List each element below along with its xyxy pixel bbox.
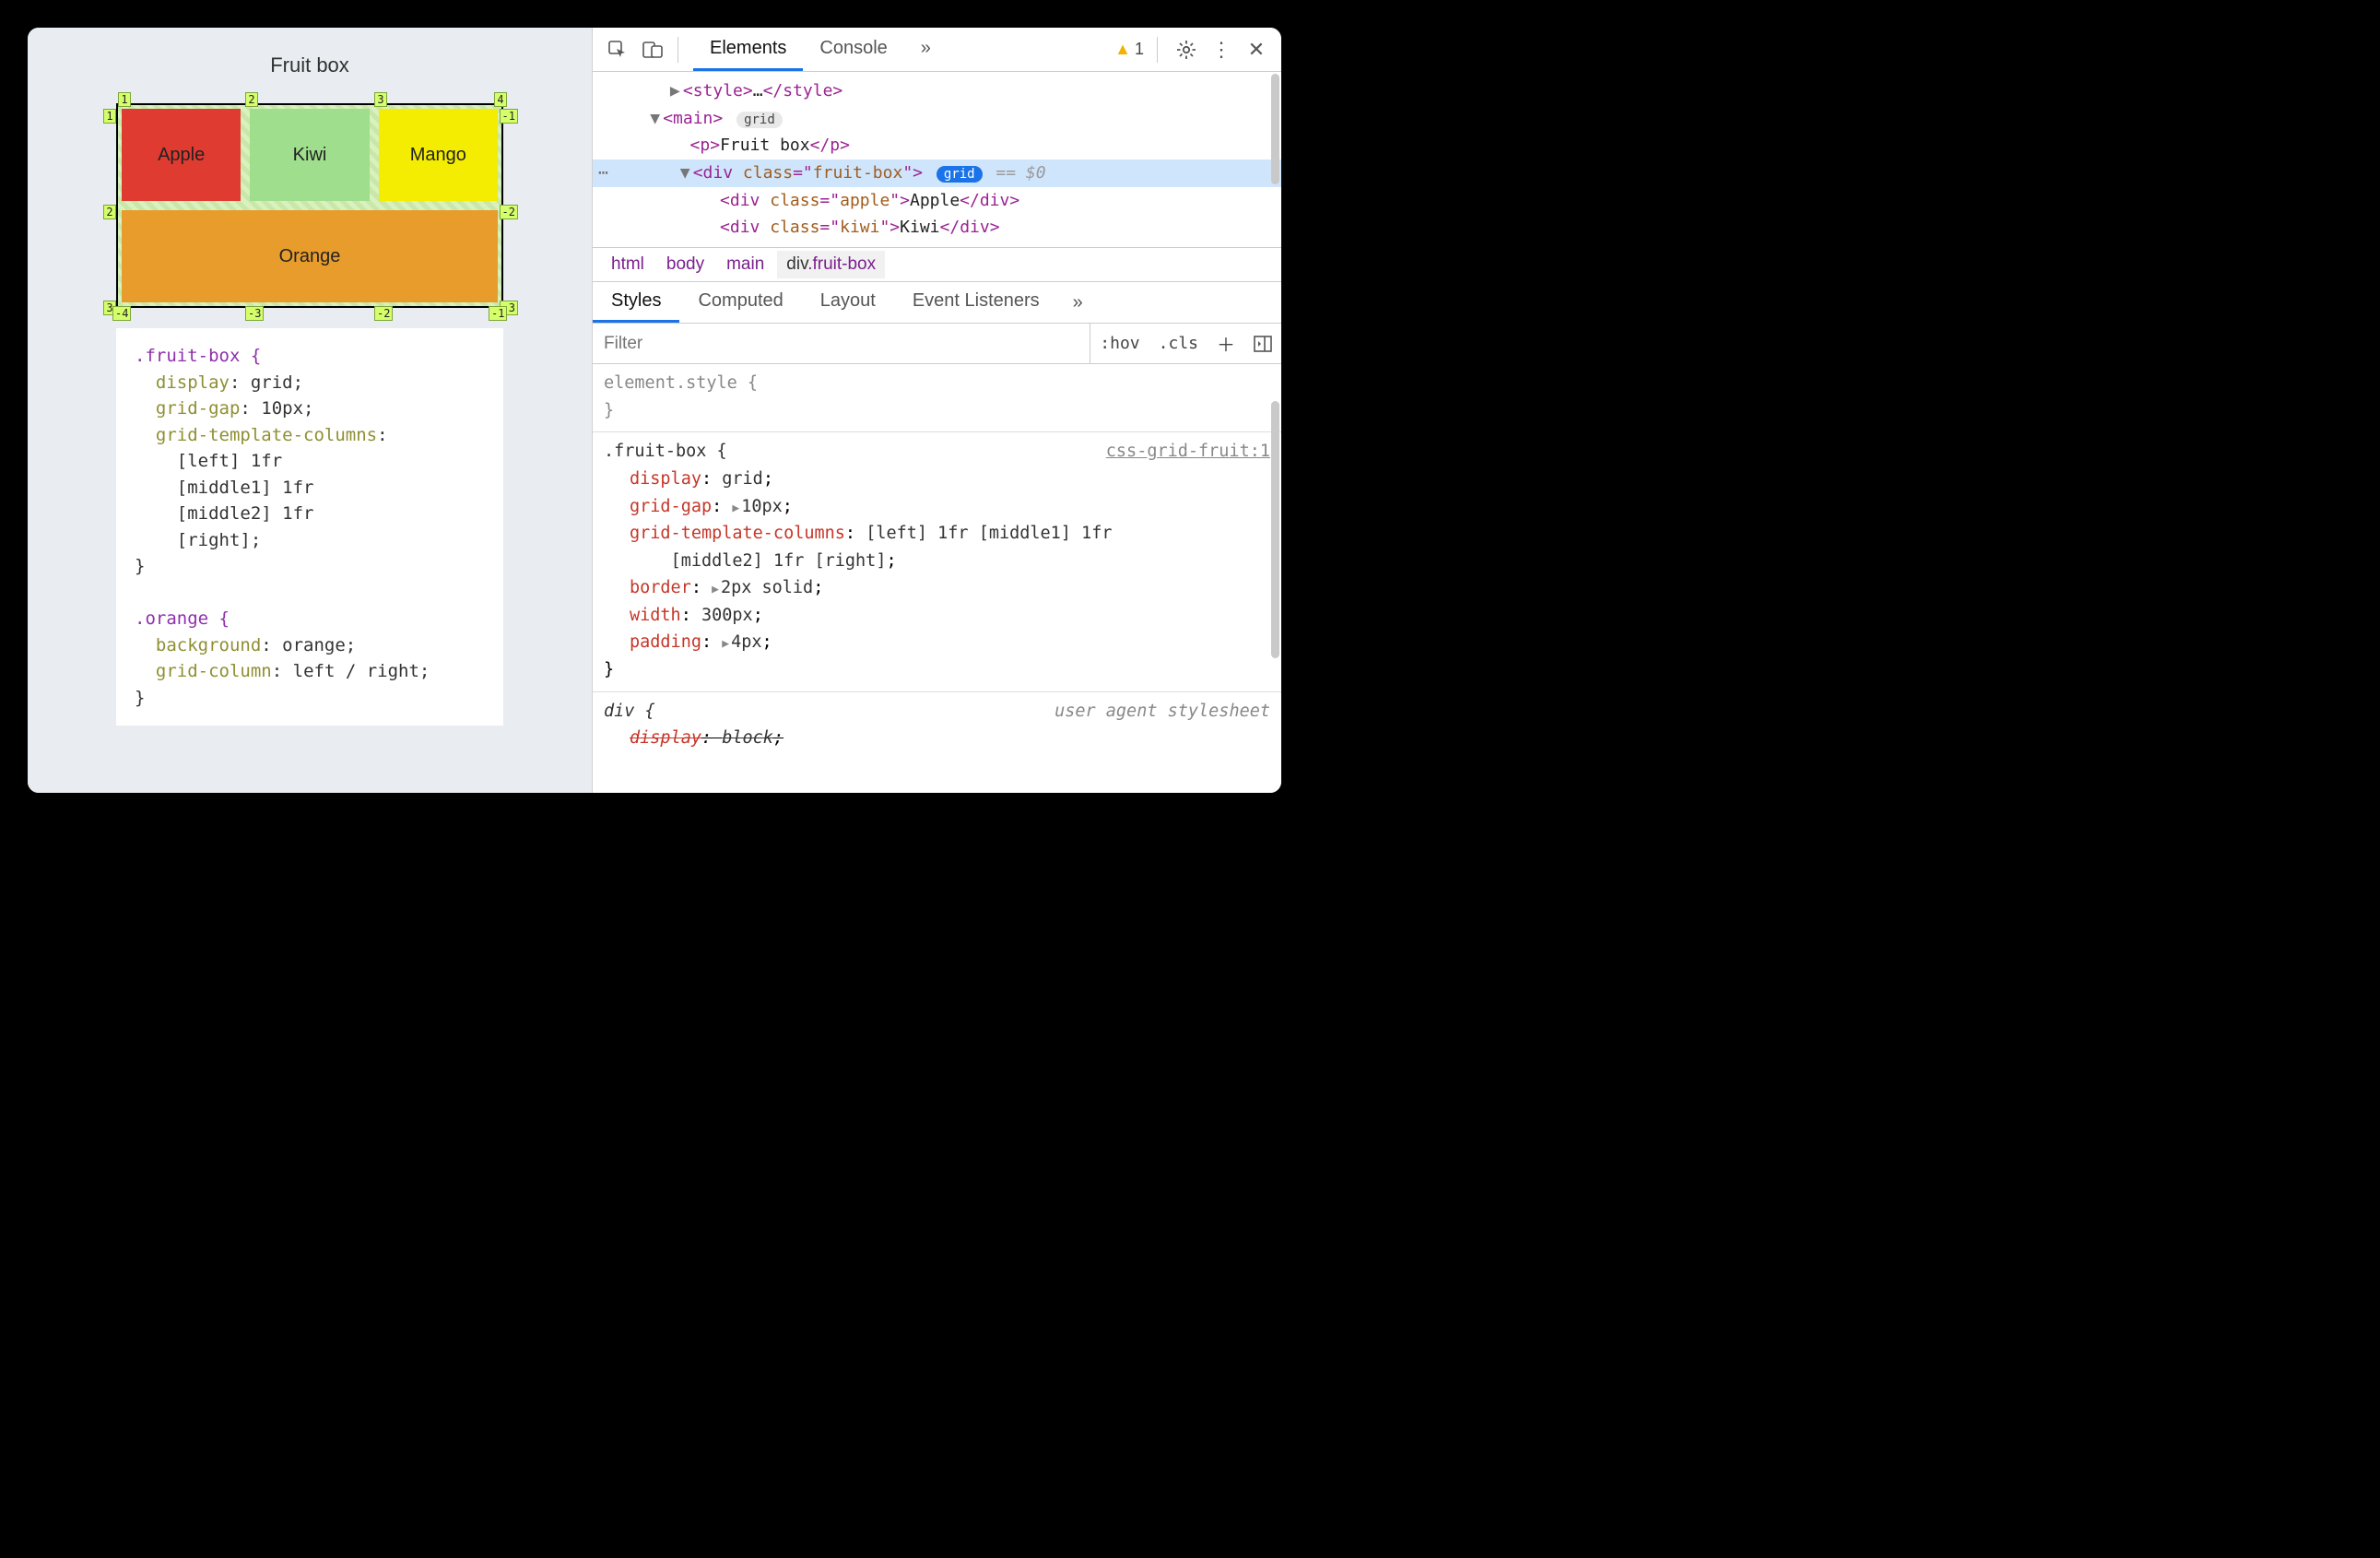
cell-mango[interactable]: Mango: [379, 109, 498, 201]
devtools-toolbar: Elements Console » ▲ 1 ⋮ ✕: [593, 28, 1281, 72]
tabs-more-icon[interactable]: »: [904, 28, 948, 71]
grid-num-bot-1: -4: [112, 306, 131, 321]
crumb-body[interactable]: body: [657, 251, 713, 278]
css-close-2: }: [135, 688, 145, 708]
tab-elements[interactable]: Elements: [693, 28, 803, 71]
rule-close: }: [604, 660, 614, 679]
tab-event-listeners[interactable]: Event Listeners: [894, 282, 1058, 323]
warning-badge[interactable]: ▲ 1: [1114, 40, 1144, 59]
rule-element-style[interactable]: element.style { }: [593, 364, 1281, 432]
grid-num-right-2: -2: [500, 205, 518, 219]
scrollbar[interactable]: [1271, 401, 1279, 658]
grid-num-bot-2: -3: [245, 306, 264, 321]
grid-badge[interactable]: grid: [736, 112, 783, 128]
inspect-icon[interactable]: [602, 34, 633, 65]
grid-overlay-wrap: Apple Kiwi Mango Orange 1 2 3 4 1 2 3 -1…: [107, 94, 513, 317]
tab-styles[interactable]: Styles: [593, 282, 679, 323]
tab-console[interactable]: Console: [803, 28, 903, 71]
dom-line[interactable]: <p>Fruit box</p>: [593, 132, 1281, 159]
crumb-main[interactable]: main: [717, 251, 773, 278]
styles-pane[interactable]: element.style { } .fruit-box { css-grid-…: [593, 364, 1281, 793]
cell-orange[interactable]: Orange: [122, 210, 498, 302]
new-style-rule-icon[interactable]: ＋: [1208, 324, 1244, 363]
tab-layout[interactable]: Layout: [802, 282, 894, 323]
kebab-icon[interactable]: ⋮: [1206, 34, 1237, 65]
rule-selector[interactable]: .fruit-box {: [604, 438, 727, 466]
crumb-html[interactable]: html: [602, 251, 654, 278]
cls-button[interactable]: .cls: [1149, 324, 1208, 363]
prop-width[interactable]: width: 300px;: [604, 602, 1270, 630]
warning-icon: ▲: [1114, 40, 1131, 59]
rule-source-link[interactable]: css-grid-fruit:1: [1106, 438, 1270, 466]
rule-close: }: [604, 401, 614, 420]
breadcrumb: html body main div.fruit-box: [593, 247, 1281, 281]
dom-line[interactable]: <div class="kiwi">Kiwi</div>: [593, 214, 1281, 242]
styles-tabs-more-icon[interactable]: »: [1058, 282, 1098, 323]
grid-num-bot-3: -2: [374, 306, 393, 321]
page-title: Fruit box: [270, 53, 349, 77]
grid-num-top-2: 2: [245, 92, 258, 107]
grid-num-bot-4: -1: [489, 306, 507, 321]
gear-icon[interactable]: [1171, 34, 1202, 65]
prop-grid-template-columns-cont[interactable]: [middle2] 1fr [right];: [604, 548, 1270, 575]
page-viewport: Fruit box Apple Kiwi Mango Orange 1 2 3 …: [28, 28, 592, 793]
warning-count: 1: [1135, 40, 1144, 59]
rule-user-agent[interactable]: div { user agent stylesheet display: blo…: [593, 692, 1281, 760]
ua-label: user agent stylesheet: [1055, 698, 1270, 726]
sample-css-code: .fruit-box { display: grid; grid-gap: 10…: [116, 328, 503, 726]
ua-prop-display: display: block;: [604, 725, 1270, 752]
rule-fruit-box[interactable]: .fruit-box { css-grid-fruit:1 display: g…: [593, 432, 1281, 691]
cell-apple[interactable]: Apple: [122, 109, 241, 201]
grid-num-left-2: 2: [103, 205, 116, 219]
prop-border[interactable]: border: ▶2px solid;: [604, 574, 1270, 602]
dom-line[interactable]: ▼<main> grid: [593, 105, 1281, 133]
ua-selector: div {: [604, 698, 655, 726]
dom-tree[interactable]: ▶<style>…</style> ▼<main> grid <p>Fruit …: [593, 72, 1281, 247]
grid-num-right-1: -1: [500, 109, 518, 124]
device-toggle-icon[interactable]: [637, 34, 668, 65]
prop-padding[interactable]: padding: ▶4px;: [604, 629, 1270, 656]
css-selector-fruitbox: .fruit-box {: [135, 346, 261, 366]
tab-computed[interactable]: Computed: [679, 282, 801, 323]
devtools-window: Fruit box Apple Kiwi Mango Orange 1 2 3 …: [28, 28, 1281, 793]
prop-grid-gap[interactable]: grid-gap: ▶10px;: [604, 493, 1270, 521]
close-icon[interactable]: ✕: [1241, 34, 1272, 65]
hov-button[interactable]: :hov: [1090, 324, 1149, 363]
element-style-label: element.style {: [604, 373, 758, 393]
grid-num-top-3: 3: [374, 92, 387, 107]
filter-bar: :hov .cls ＋: [593, 324, 1281, 364]
toggle-panel-icon[interactable]: [1244, 324, 1281, 363]
devtools-panel: Elements Console » ▲ 1 ⋮ ✕ ▶<style>…</st…: [592, 28, 1281, 793]
grid-num-left-1: 1: [103, 109, 116, 124]
dom-line-selected[interactable]: ⋯ ▼<div class="fruit-box"> grid == $0: [593, 159, 1281, 187]
dom-line[interactable]: <div class="apple">Apple</div>: [593, 187, 1281, 215]
styles-filter-input[interactable]: [593, 324, 1090, 363]
styles-tabs: Styles Computed Layout Event Listeners »: [593, 281, 1281, 324]
scrollbar[interactable]: [1271, 74, 1279, 184]
crumb-selected[interactable]: div.fruit-box: [777, 251, 885, 278]
grid-num-top-1: 1: [118, 92, 131, 107]
css-close-1: }: [135, 556, 145, 576]
cell-kiwi[interactable]: Kiwi: [250, 109, 369, 201]
dom-line[interactable]: ▶<style>…</style>: [593, 77, 1281, 105]
fruit-box-grid[interactable]: Apple Kiwi Mango Orange: [116, 103, 503, 308]
grid-badge-active[interactable]: grid: [937, 166, 983, 183]
prop-display[interactable]: display: grid;: [604, 466, 1270, 493]
css-selector-orange: .orange {: [135, 608, 230, 629]
prop-grid-template-columns[interactable]: grid-template-columns: [left] 1fr [middl…: [604, 520, 1270, 548]
dom-eq0: == $0: [986, 163, 1046, 183]
grid-num-top-4: 4: [494, 92, 507, 107]
